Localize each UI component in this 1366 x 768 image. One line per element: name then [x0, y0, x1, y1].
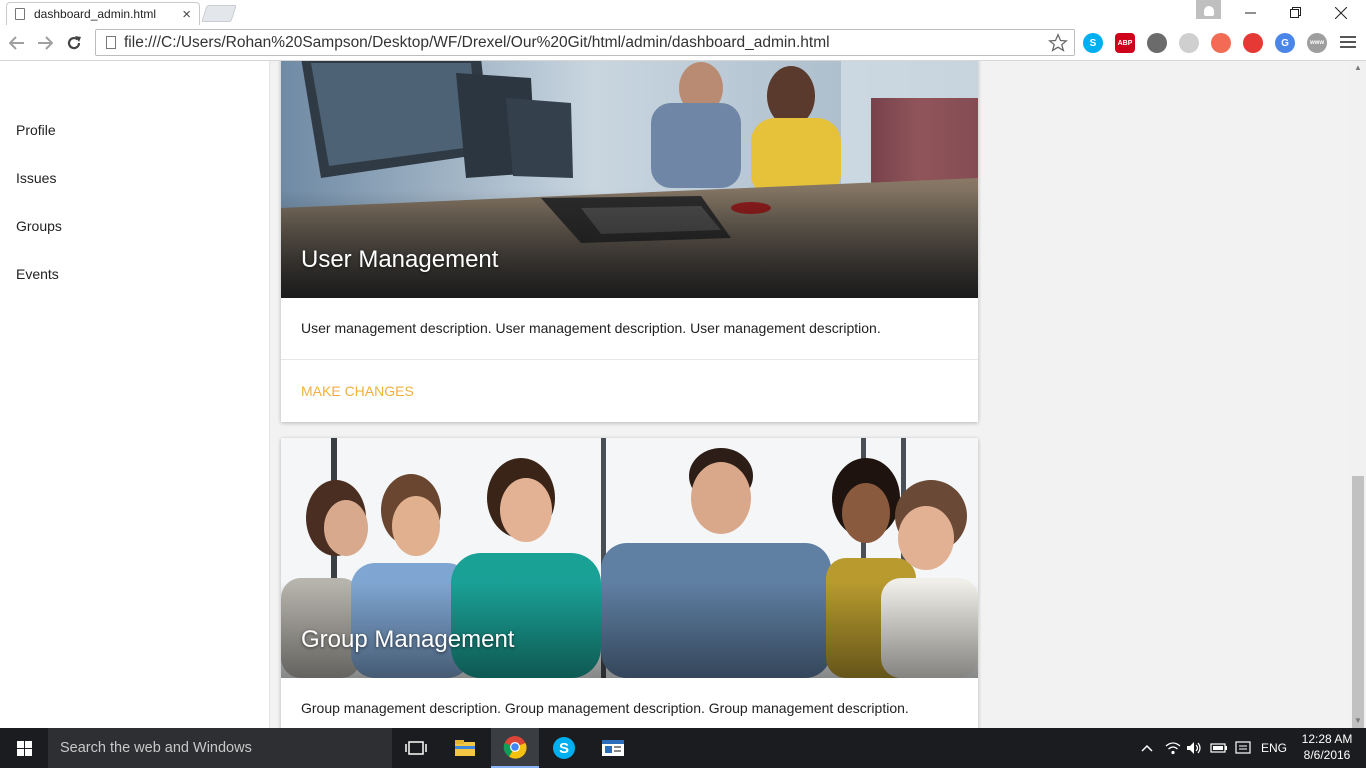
search-placeholder: Search the web and Windows: [60, 740, 252, 756]
bulb-icon[interactable]: [1147, 33, 1167, 53]
close-icon: [1335, 6, 1347, 19]
chevron-up-icon: [1141, 744, 1153, 752]
svg-text:S: S: [559, 740, 569, 757]
battery-icon: [1210, 743, 1227, 753]
www-ext-icon[interactable]: www: [1307, 33, 1327, 53]
card-description: Group management description. Group mana…: [281, 678, 978, 728]
minimize-icon: [1244, 12, 1256, 14]
forward-arrow-icon: [38, 36, 53, 50]
browser-toolbar: file:///C:/Users/Rohan%20Sampson/Desktop…: [0, 25, 1366, 61]
reload-icon: [67, 36, 81, 50]
minimize-button[interactable]: [1227, 0, 1273, 25]
user-management-card: User Management User management descript…: [281, 61, 978, 422]
clock-time: 12:28 AM: [1301, 732, 1353, 746]
card-description: User management description. User manage…: [281, 298, 978, 360]
windows-taskbar: Search the web and Windows S ENG 12:28 A…: [0, 728, 1366, 768]
tab-strip: dashboard_admin.html ×: [0, 0, 1366, 25]
system-clock[interactable]: 12:28 AM 8/6/2016: [1296, 731, 1358, 763]
battery-status[interactable]: [1210, 728, 1228, 768]
action-center[interactable]: [1235, 728, 1251, 768]
scroll-down-icon[interactable]: ▼: [1354, 716, 1362, 725]
task-view-icon: [405, 741, 427, 755]
clock-date: 8/6/2016: [1303, 748, 1351, 762]
skype-icon[interactable]: S: [1083, 33, 1103, 53]
tab-title: dashboard_admin.html: [34, 7, 157, 21]
vertical-scrollbar[interactable]: ▲ ▼: [1350, 61, 1366, 738]
new-tab-button[interactable]: [201, 5, 237, 22]
group-management-image: Group Management: [281, 438, 978, 678]
show-hidden-icons[interactable]: [1141, 728, 1153, 768]
input-language[interactable]: ENG: [1261, 728, 1287, 768]
scroll-thumb[interactable]: [1352, 476, 1364, 738]
blocked-ext-icon[interactable]: [1211, 33, 1231, 53]
skype-icon: S: [553, 737, 575, 759]
network-status[interactable]: [1165, 728, 1181, 768]
group-management-card: Group Management Group management descri…: [281, 438, 978, 728]
url-text[interactable]: file:///C:/Users/Rohan%20Sampson/Desktop…: [124, 34, 1048, 52]
back-button[interactable]: [5, 31, 29, 55]
chrome-menu-icon[interactable]: [1340, 33, 1356, 51]
task-view-button[interactable]: [392, 728, 440, 768]
forward-button[interactable]: [33, 31, 57, 55]
file-explorer-button[interactable]: [441, 728, 489, 768]
page-icon: [106, 36, 116, 49]
windows-logo-icon: [16, 740, 32, 756]
chrome-taskbar-button[interactable]: [491, 728, 539, 768]
scroll-up-icon[interactable]: ▲: [1354, 63, 1362, 72]
reload-button[interactable]: [62, 31, 86, 55]
target-ext-icon[interactable]: [1243, 33, 1263, 53]
restore-icon: [1289, 7, 1301, 18]
adblock-plus-icon[interactable]: ABP: [1115, 33, 1135, 53]
skype-taskbar-button[interactable]: S: [540, 728, 588, 768]
back-arrow-icon: [9, 36, 24, 50]
volume-control[interactable]: [1186, 728, 1202, 768]
profile-icon[interactable]: [1196, 0, 1221, 19]
user-management-image: User Management: [281, 61, 978, 298]
page-viewport: Profile Issues Groups Events User Manage…: [0, 61, 1350, 728]
tab-close-icon[interactable]: ×: [182, 6, 191, 23]
wifi-icon: [1165, 742, 1181, 755]
sidebar-item-events[interactable]: Events: [16, 266, 59, 282]
sidebar-item-issues[interactable]: Issues: [16, 170, 56, 186]
taskbar-search[interactable]: Search the web and Windows: [48, 728, 392, 768]
make-changes-button[interactable]: MAKE CHANGES: [281, 360, 978, 422]
address-bar[interactable]: file:///C:/Users/Rohan%20Sampson/Desktop…: [95, 29, 1075, 56]
google-translate-icon[interactable]: G: [1275, 33, 1295, 53]
bookmark-star-icon[interactable]: [1048, 32, 1068, 53]
app-taskbar-button[interactable]: [589, 728, 637, 768]
window-app-icon: [602, 740, 624, 756]
page-icon: [15, 8, 25, 20]
notifications-icon: [1235, 741, 1251, 754]
chrome-icon: [503, 736, 527, 759]
folder-icon: [455, 740, 475, 756]
sidebar: Profile Issues Groups Events: [0, 61, 270, 728]
card-title: Group Management: [301, 626, 515, 653]
start-button[interactable]: [0, 728, 48, 768]
browser-tab[interactable]: dashboard_admin.html ×: [6, 2, 200, 25]
sidebar-item-profile[interactable]: Profile: [16, 122, 56, 138]
speaker-icon: [1187, 742, 1201, 754]
restore-button[interactable]: [1272, 0, 1318, 25]
sidebar-item-groups[interactable]: Groups: [16, 218, 62, 234]
refresh-ext-icon[interactable]: [1179, 33, 1199, 53]
close-window-button[interactable]: [1318, 0, 1364, 25]
card-title: User Management: [301, 246, 499, 273]
